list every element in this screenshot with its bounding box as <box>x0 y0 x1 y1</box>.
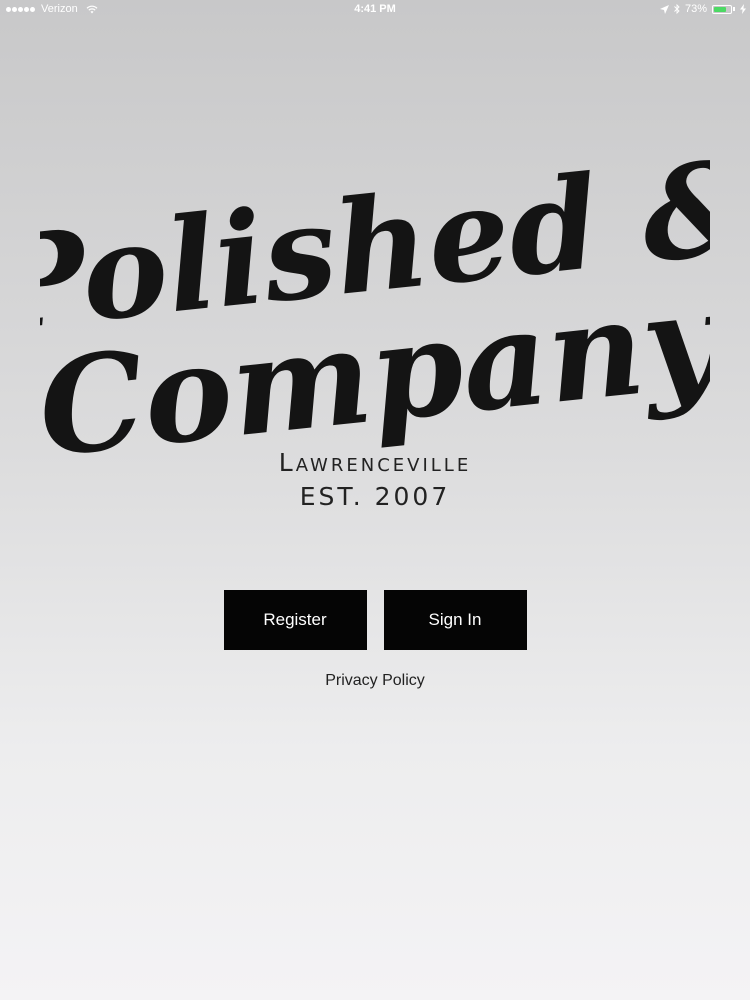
battery-fill <box>714 6 726 12</box>
bluetooth-icon <box>674 4 680 14</box>
charging-bolt-icon <box>740 4 746 14</box>
status-right: 73% <box>659 3 746 15</box>
battery-tip <box>733 7 735 11</box>
register-button[interactable]: Register <box>223 590 367 650</box>
location-arrow-icon <box>659 4 669 14</box>
auth-actions: Register Sign In <box>0 590 750 650</box>
battery-icon <box>712 4 732 14</box>
logo-established: EST. 2007 <box>299 482 451 511</box>
sign-in-button[interactable]: Sign In <box>383 590 527 650</box>
logo-location: Lawrenceville <box>278 448 472 477</box>
privacy-policy-link[interactable]: Privacy Policy <box>0 672 750 690</box>
status-bar: Verizon 4:41 PM 73% <box>0 0 750 20</box>
battery-percent: 73% <box>684 3 707 15</box>
status-time: 4:41 PM <box>354 3 396 15</box>
